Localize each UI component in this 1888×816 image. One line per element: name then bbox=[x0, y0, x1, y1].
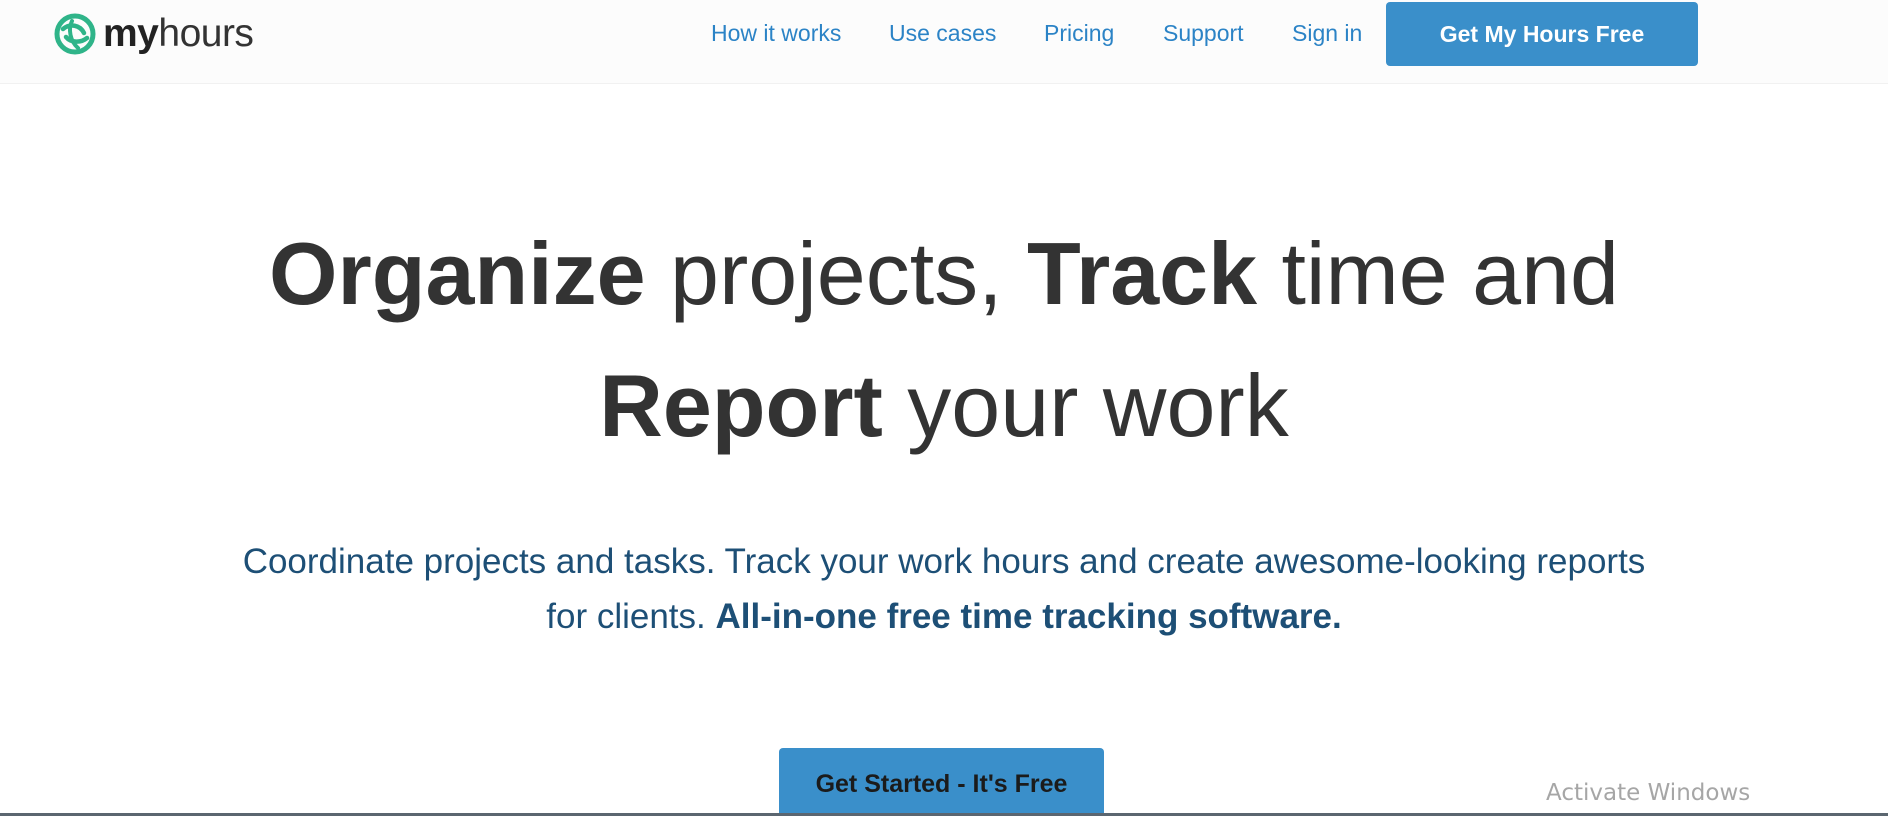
nav-link-pricing[interactable]: Pricing bbox=[1044, 18, 1114, 48]
subheading-bold-text: All-in-one free time tracking software. bbox=[715, 597, 1342, 636]
nav-link-how-it-works[interactable]: How it works bbox=[711, 18, 841, 48]
logo-wordmark-bold: my bbox=[103, 12, 159, 55]
hero-word-report: Report bbox=[599, 356, 883, 455]
activate-windows-watermark: Activate Windows bbox=[1546, 780, 1751, 806]
hero-text-your-work: your work bbox=[882, 356, 1289, 455]
hero-text-time-and: time and bbox=[1257, 224, 1619, 323]
nav-link-support[interactable]: Support bbox=[1163, 18, 1244, 48]
logo-wordmark: myhours bbox=[103, 12, 254, 56]
nav-link-sign-in[interactable]: Sign in bbox=[1292, 18, 1362, 48]
hero-heading-line-1: Organize projects, Track time and bbox=[0, 224, 1888, 324]
nav-link-use-cases[interactable]: Use cases bbox=[889, 18, 996, 48]
hero-text-projects: projects, bbox=[645, 224, 1028, 323]
get-started-free-button[interactable]: Get Started - It's Free bbox=[779, 748, 1104, 816]
subheading-line-1: Coordinate projects and tasks. Track you… bbox=[242, 542, 1646, 581]
top-navbar: myhours How it works Use cases Pricing S… bbox=[0, 0, 1888, 84]
logo-wordmark-light: hours bbox=[158, 12, 254, 55]
subheading-line-2: for clients. All-in-one free time tracki… bbox=[0, 595, 1888, 639]
page: myhours How it works Use cases Pricing S… bbox=[0, 0, 1888, 816]
hero-heading-line-2: Report your work bbox=[0, 356, 1888, 456]
myhours-logo[interactable]: myhours bbox=[54, 12, 254, 56]
subheading-regular-text: for clients. bbox=[546, 597, 716, 636]
hero-word-track: Track bbox=[1027, 224, 1258, 323]
get-my-hours-free-button[interactable]: Get My Hours Free bbox=[1386, 2, 1698, 66]
globe-logo-icon bbox=[54, 13, 96, 55]
hero-word-organize: Organize bbox=[269, 224, 646, 323]
